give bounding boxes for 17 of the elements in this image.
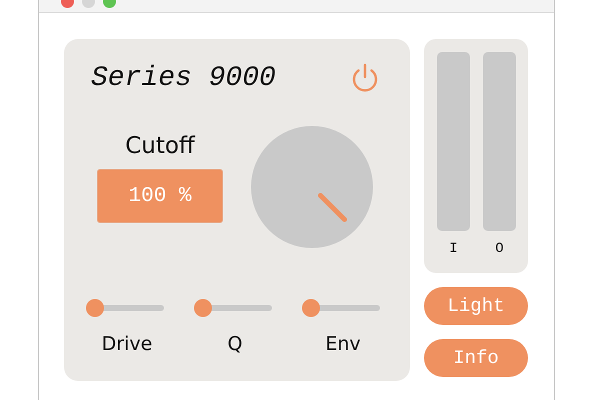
slider-label: Drive — [102, 333, 152, 355]
slider[interactable] — [86, 299, 164, 317]
slider-thumb[interactable] — [194, 299, 212, 317]
slider[interactable] — [194, 299, 272, 317]
meter-label: I — [449, 241, 458, 257]
slider-label: Q — [228, 333, 242, 355]
slider-label: Env — [325, 333, 361, 355]
slider-thumb[interactable] — [302, 299, 320, 317]
synth-title: Series 9000 — [91, 62, 276, 94]
panel-button[interactable]: Info — [424, 339, 528, 377]
cutoff-knob[interactable] — [250, 125, 374, 249]
panel-button[interactable]: Light — [424, 287, 528, 325]
slider-thumb[interactable] — [86, 299, 104, 317]
meter-label: O — [495, 241, 504, 257]
cutoff-value-field[interactable]: 100 % — [97, 169, 223, 223]
slider[interactable] — [302, 299, 380, 317]
cutoff-label: Cutoff — [125, 133, 195, 159]
